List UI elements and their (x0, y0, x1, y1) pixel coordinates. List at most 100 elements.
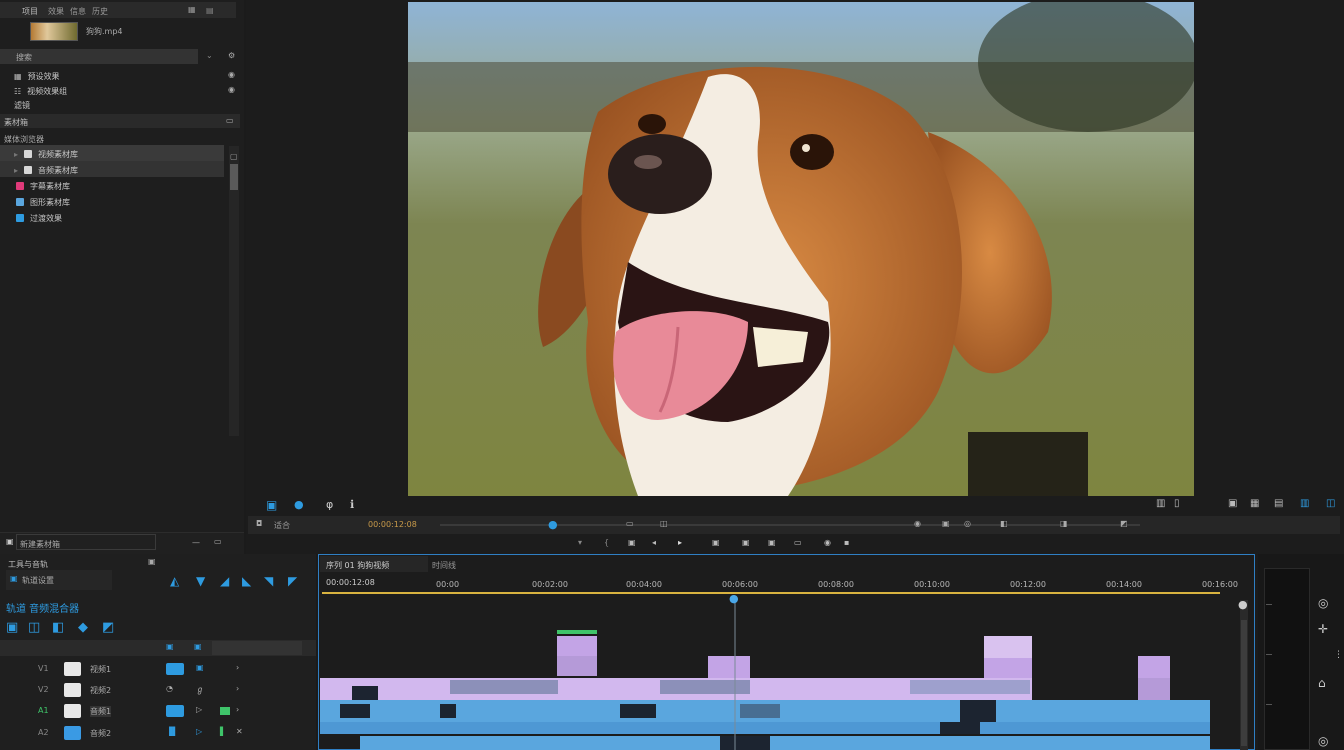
ripple-tool-icon[interactable]: ◭ (170, 574, 179, 588)
safe-margins-icon[interactable]: ℹ (350, 498, 354, 511)
in-point-icon[interactable]: { (604, 538, 609, 547)
slip-icon[interactable]: ◥ (264, 574, 273, 588)
record-icon[interactable]: ▌ (220, 727, 226, 736)
timeline-ruler[interactable]: 00:00 00:02:00 00:04:00 00:06:00 00:08:0… (322, 576, 1244, 594)
settings-icon[interactable]: ▥ (1300, 498, 1309, 509)
tab-extra[interactable]: ▤ (206, 6, 214, 15)
tool-icon-4[interactable]: ▣ (942, 519, 950, 528)
options-icon[interactable]: ◉ (228, 70, 235, 79)
minus-icon[interactable]: — (192, 538, 200, 547)
tool-icon-6[interactable]: ◧ (1000, 519, 1008, 528)
tools-menu-icon[interactable]: ▣ (148, 557, 156, 566)
sync-lock-icon[interactable]: ▣ (166, 642, 174, 651)
mute-icon[interactable]: ▐▌ (166, 727, 178, 736)
bin-item[interactable]: ▸ 视频素材库 (0, 146, 78, 162)
track-tool-icon-5[interactable]: ◩ (102, 620, 114, 635)
track-tool-icon-4[interactable]: ◆ (78, 620, 88, 635)
collapse-icon[interactable]: ✕ (236, 727, 243, 736)
export-icon[interactable]: ◉ (824, 538, 831, 547)
scrubber-head[interactable]: ● (548, 518, 558, 531)
track-row-a1[interactable]: A1 音频1 ▷ › (0, 702, 316, 722)
track-tool-icon-2[interactable]: ◫ (28, 620, 40, 635)
new-bin-icon[interactable]: ▣ (6, 537, 14, 546)
settings-icon[interactable]: ⚙ (228, 51, 235, 60)
marker-icon[interactable]: ▾ (578, 538, 582, 547)
tool-icon-8[interactable]: ◩ (1120, 519, 1128, 528)
camera-icon[interactable]: ▪ (844, 538, 849, 547)
button-editor-icon[interactable]: ▤ (1274, 498, 1283, 509)
link-icon[interactable]: ▣ (194, 642, 202, 651)
track-tool-icon-1[interactable]: ▣ (6, 620, 18, 635)
playhead-handle[interactable]: ● (729, 592, 739, 605)
zoom-label[interactable]: 适合 (274, 520, 290, 531)
visibility-icon[interactable]: ▣ (196, 663, 204, 672)
bin-item[interactable]: 字幕素材库 (0, 178, 70, 194)
timeline-tab-secondary[interactable]: 时间线 (432, 560, 456, 571)
rolling-tool-icon[interactable]: ▼ (196, 574, 205, 588)
trash-icon[interactable]: ▭ (214, 537, 222, 546)
bin-item[interactable]: ▸ 音频素材库 (0, 162, 78, 178)
play-icon[interactable]: ▸ (678, 538, 682, 547)
preset-row-3[interactable]: 滤镜 (0, 97, 30, 113)
slide-icon[interactable]: ◤ (288, 574, 297, 588)
solo-icon[interactable]: ▷ (196, 727, 202, 736)
hand-tool-icon[interactable]: ◎ (1318, 734, 1328, 748)
track-row-a2[interactable]: A2 音频2 ▐▌ ▷ ▌ ✕ (0, 724, 316, 744)
selection-tool-icon[interactable]: ◎ (1318, 596, 1328, 610)
scroll-top-icon[interactable]: ● (1238, 598, 1248, 611)
collapse-icon[interactable]: › (236, 663, 239, 672)
tab-info[interactable]: 信息 (70, 6, 86, 17)
preview-image[interactable] (408, 2, 1194, 496)
fx-icon[interactable]: ℊ (196, 684, 204, 695)
tab-history[interactable]: 历史 (92, 6, 108, 17)
grid-icon[interactable]: ▦ (188, 5, 196, 14)
go-to-out-icon[interactable]: ▣ (742, 538, 750, 547)
overwrite-icon[interactable]: ▭ (794, 538, 802, 547)
timeline-clips[interactable] (320, 596, 1238, 750)
wrench-icon[interactable]: ◫ (1326, 498, 1335, 509)
tab-project[interactable]: 项目 (22, 6, 38, 17)
scroll-icon[interactable]: ▢ (230, 152, 238, 161)
pen-icon[interactable]: φ (326, 498, 333, 511)
razor-icon[interactable]: ◣ (242, 574, 251, 588)
bin-item[interactable]: 图形素材库 (0, 194, 70, 210)
track-row-v1[interactable]: V1 视频1 ▣ › (0, 660, 316, 680)
compare-icon[interactable]: ▣ (1228, 498, 1237, 509)
tab-effects[interactable]: 效果 (48, 6, 64, 17)
preset-row-1[interactable]: ▦ 预设效果 (0, 68, 60, 84)
clip-thumbnail[interactable] (30, 22, 78, 41)
mute-icon[interactable] (166, 705, 184, 717)
bin-item[interactable]: 过渡效果 (0, 210, 62, 226)
panel-menu-icon[interactable]: ▭ (226, 116, 234, 125)
fit-icon[interactable]: ▥ (1156, 498, 1165, 509)
capture-icon[interactable]: ▣ (266, 498, 277, 512)
track-row-v2[interactable]: V2 视频2 ◔ ℊ › (0, 681, 316, 701)
ripple-edit-icon[interactable]: ⋮ (1334, 650, 1343, 660)
collapse-icon[interactable]: › (236, 684, 239, 693)
bins-scrollbar-thumb[interactable] (230, 164, 238, 190)
dropdown-icon[interactable]: ⌄ (206, 51, 213, 60)
tool-icon-7[interactable]: ◨ (1060, 519, 1068, 528)
fullscreen-icon[interactable]: ▯ (1174, 498, 1180, 509)
export-frame-icon[interactable]: ▦ (1250, 498, 1259, 509)
rate-stretch-icon[interactable]: ◢ (220, 574, 229, 588)
options-icon-2[interactable]: ◉ (228, 85, 235, 94)
pen-tool-icon[interactable]: ⌂ (1318, 676, 1326, 690)
step-back-icon[interactable]: ◂ (652, 538, 656, 547)
track-tool-icon-3[interactable]: ◧ (52, 620, 64, 635)
collapse-icon[interactable]: › (236, 705, 239, 714)
go-to-in-icon[interactable]: ▣ (628, 538, 636, 547)
footer-field[interactable] (16, 534, 156, 550)
tool-icon-3[interactable]: ◉ (914, 519, 921, 528)
timeline-tab-sequence[interactable]: 序列 01 狗狗视频 (326, 560, 389, 571)
tool-icon-1[interactable]: ▭ (626, 519, 634, 528)
timeline-scroll-thumb[interactable] (1241, 620, 1247, 746)
chat-icon[interactable]: ● (294, 498, 304, 511)
tool-icon-5[interactable]: ◎ (964, 519, 971, 528)
toggle-output-icon[interactable] (166, 663, 184, 675)
record-icon[interactable] (220, 707, 230, 715)
solo-icon[interactable]: ▷ (196, 705, 202, 714)
insert-icon[interactable]: ▣ (768, 538, 776, 547)
track-settings-label[interactable]: 轨道设置 (22, 575, 54, 586)
zoom-icon[interactable]: ◘ (256, 519, 262, 528)
